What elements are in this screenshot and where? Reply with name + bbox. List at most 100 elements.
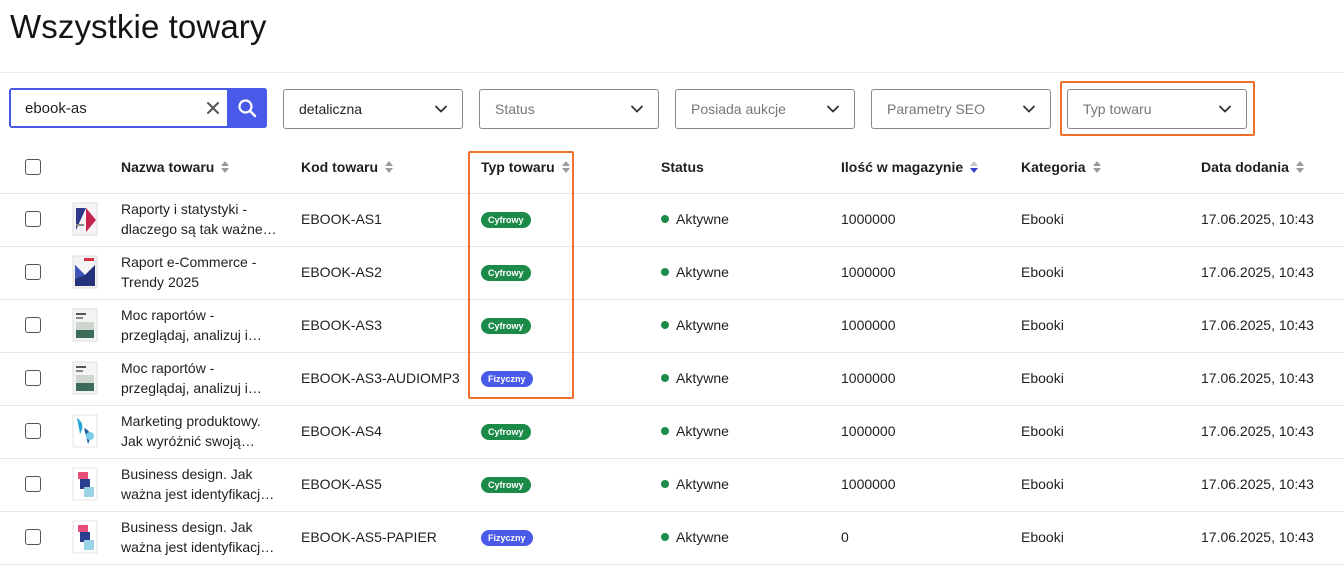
clear-icon[interactable]	[205, 100, 221, 116]
product-name[interactable]: Marketing produktowy. Jak wyróżnić swoją…	[121, 411, 281, 451]
price-type-select[interactable]: detaliczna	[283, 89, 463, 129]
column-header-date[interactable]: Data dodania	[1201, 159, 1305, 175]
status-dot-icon	[661, 215, 669, 223]
table-row[interactable]: Moc raportów - przeglądaj, analizuj i dz…	[0, 299, 1344, 353]
highlight-box-type-column	[468, 151, 574, 399]
table-row[interactable]: Business design. Jak ważna jest identyfi…	[0, 511, 1344, 565]
book-cover-icon	[72, 202, 98, 236]
product-code: EBOOK-AS2	[301, 264, 382, 280]
table-row[interactable]: Business design. Jak ważna jest identyfi…	[0, 458, 1344, 512]
status-select[interactable]: Status	[479, 89, 659, 129]
column-header-stock[interactable]: Ilość w magazynie	[841, 159, 979, 175]
product-code: EBOOK-AS5	[301, 476, 382, 492]
book-cover-icon	[72, 467, 98, 501]
select-all-checkbox[interactable]	[25, 159, 41, 175]
category-value: Ebooki	[1021, 370, 1064, 386]
stock-value: 1000000	[841, 476, 896, 492]
product-code: EBOOK-AS1	[301, 211, 382, 227]
column-header-label: Nazwa towaru	[121, 159, 215, 175]
chevron-down-icon	[630, 105, 644, 113]
status-dot-icon	[661, 480, 669, 488]
price-type-value: detaliczna	[299, 101, 363, 117]
stock-value: 1000000	[841, 423, 896, 439]
product-code: EBOOK-AS3-AUDIOMP3	[301, 370, 460, 386]
table-row[interactable]: Raport e-Commerce - Trendy 2025 EBOOK-AS…	[0, 246, 1344, 300]
status-dot-icon	[661, 321, 669, 329]
row-checkbox[interactable]	[25, 317, 41, 333]
auctions-select[interactable]: Posiada aukcje	[675, 89, 855, 129]
status-text: Aktywne	[676, 476, 729, 492]
product-name[interactable]: Business design. Jak ważna jest identyfi…	[121, 517, 281, 557]
page-title: Wszystkie towary	[10, 8, 267, 45]
date-value: 17.06.2025, 10:43	[1201, 476, 1314, 492]
stock-value: 1000000	[841, 370, 896, 386]
product-name[interactable]: Business design. Jak ważna jest identyfi…	[121, 464, 281, 504]
type-badge: Cyfrowy	[481, 477, 531, 493]
category-value: Ebooki	[1021, 211, 1064, 227]
search-box	[9, 88, 267, 128]
search-icon	[238, 99, 257, 118]
status-cell: Aktywne	[661, 317, 729, 333]
stock-value: 0	[841, 529, 849, 545]
product-code: EBOOK-AS5-PAPIER	[301, 529, 437, 545]
column-header-status: Status	[661, 159, 704, 175]
search-button[interactable]	[227, 88, 267, 128]
status-text: Aktywne	[676, 370, 729, 386]
row-checkbox[interactable]	[25, 423, 41, 439]
status-dot-icon	[661, 533, 669, 541]
column-header-code[interactable]: Kod towaru	[301, 159, 394, 175]
status-cell: Aktywne	[661, 529, 729, 545]
header-divider	[0, 72, 1344, 73]
table-row[interactable]: Moc raportów - przeglądaj, analizuj i dz…	[0, 352, 1344, 406]
status-dot-icon	[661, 268, 669, 276]
stock-value: 1000000	[841, 211, 896, 227]
row-checkbox[interactable]	[25, 264, 41, 280]
status-text: Aktywne	[676, 423, 729, 439]
category-value: Ebooki	[1021, 529, 1064, 545]
date-value: 17.06.2025, 10:43	[1201, 317, 1314, 333]
product-name[interactable]: Moc raportów - przeglądaj, analizuj i dz…	[121, 305, 281, 345]
sort-icon	[221, 161, 230, 173]
date-value: 17.06.2025, 10:43	[1201, 529, 1314, 545]
status-placeholder: Status	[495, 101, 535, 117]
search-input[interactable]	[11, 90, 211, 126]
row-checkbox[interactable]	[25, 529, 41, 545]
status-dot-icon	[661, 374, 669, 382]
status-cell: Aktywne	[661, 370, 729, 386]
book-cover-icon	[72, 414, 98, 448]
column-header-label: Data dodania	[1201, 159, 1289, 175]
status-dot-icon	[661, 427, 669, 435]
column-header-label: Kod towaru	[301, 159, 378, 175]
type-badge: Cyfrowy	[481, 424, 531, 440]
sort-icon	[385, 161, 393, 173]
row-checkbox[interactable]	[25, 476, 41, 492]
book-cover-icon	[72, 520, 98, 554]
status-cell: Aktywne	[661, 476, 729, 492]
seo-select[interactable]: Parametry SEO	[871, 89, 1051, 129]
seo-placeholder: Parametry SEO	[887, 101, 986, 117]
book-cover-icon	[72, 361, 98, 395]
product-name[interactable]: Moc raportów - przeglądaj, analizuj i dz…	[121, 358, 281, 398]
product-name[interactable]: Raporty i statystyki - dlaczego są tak w…	[121, 199, 281, 239]
column-header-category[interactable]: Kategoria	[1021, 159, 1102, 175]
row-checkbox[interactable]	[25, 211, 41, 227]
table-header: Nazwa towaru Kod towaru Typ towaru Statu…	[0, 140, 1344, 194]
book-cover-icon	[72, 308, 98, 342]
status-text: Aktywne	[676, 264, 729, 280]
column-header-name[interactable]: Nazwa towaru	[121, 159, 230, 175]
status-text: Aktywne	[676, 317, 729, 333]
stock-value: 1000000	[841, 264, 896, 280]
auctions-placeholder: Posiada aukcje	[691, 101, 786, 117]
status-text: Aktywne	[676, 529, 729, 545]
table-row[interactable]: Marketing produktowy. Jak wyróżnić swoją…	[0, 405, 1344, 459]
status-cell: Aktywne	[661, 423, 729, 439]
date-value: 17.06.2025, 10:43	[1201, 264, 1314, 280]
category-value: Ebooki	[1021, 317, 1064, 333]
column-header-label: Ilość w magazynie	[841, 159, 964, 175]
row-checkbox[interactable]	[25, 370, 41, 386]
chevron-down-icon	[1022, 105, 1036, 113]
product-name[interactable]: Raport e-Commerce - Trendy 2025	[121, 252, 281, 292]
product-code: EBOOK-AS3	[301, 317, 382, 333]
table-row[interactable]: Raporty i statystyki - dlaczego są tak w…	[0, 193, 1344, 247]
date-value: 17.06.2025, 10:43	[1201, 370, 1314, 386]
